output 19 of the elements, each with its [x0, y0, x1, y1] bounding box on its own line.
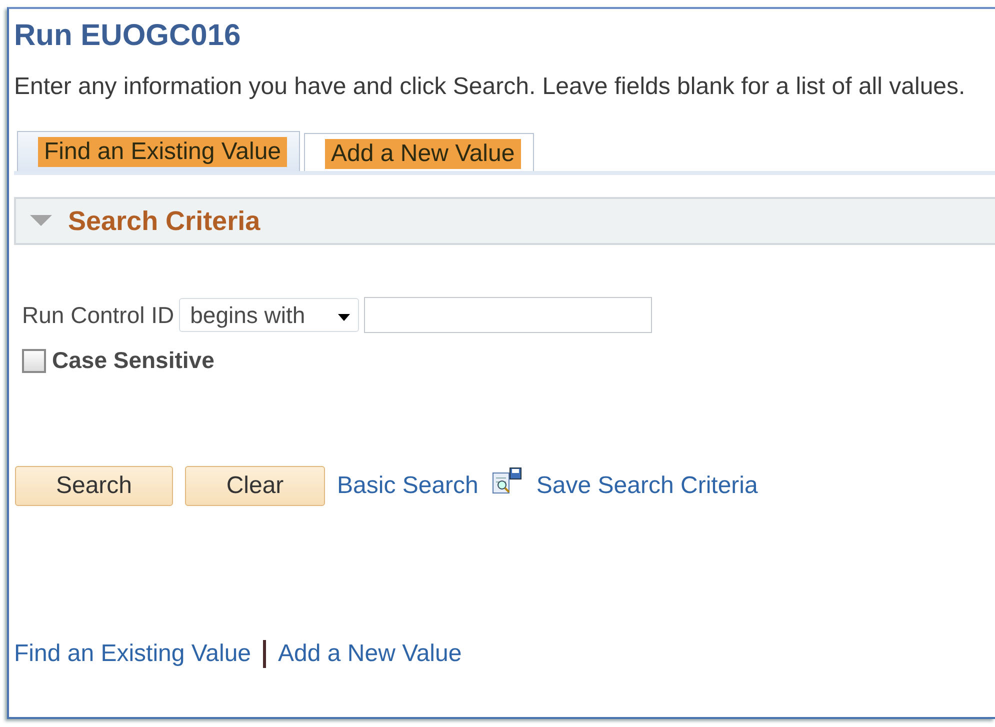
checkbox-label: Case Sensitive	[52, 347, 214, 374]
instructions-text: Enter any information you have and click Search. Leave fields blank for a list of all values.	[14, 73, 966, 101]
collapse-triangle-icon[interactable]	[30, 215, 52, 227]
run-control-id-field[interactable]	[364, 297, 652, 333]
link[interactable]: Save Search Criteria	[536, 472, 758, 500]
section-title: Search Criteria	[68, 206, 260, 236]
tab[interactable]: Add a New Value	[304, 133, 534, 171]
checkbox[interactable]	[22, 348, 46, 372]
link[interactable]: Add a New Value	[278, 640, 462, 668]
action-button[interactable]: Search	[15, 466, 173, 506]
link[interactable]: Find an Existing Value	[14, 640, 252, 668]
tab[interactable]: Find an Existing Value	[17, 131, 300, 171]
field-label: Run Control ID	[22, 302, 174, 328]
dropdown-caret-icon	[338, 314, 350, 320]
operator-dropdown[interactable]: begins with	[179, 298, 360, 332]
action-button[interactable]: Clear	[185, 466, 325, 506]
link[interactable]: Basic Search	[337, 472, 478, 500]
page-title: Run EUOGC016	[14, 19, 242, 53]
save-search-icon[interactable]	[492, 467, 524, 495]
